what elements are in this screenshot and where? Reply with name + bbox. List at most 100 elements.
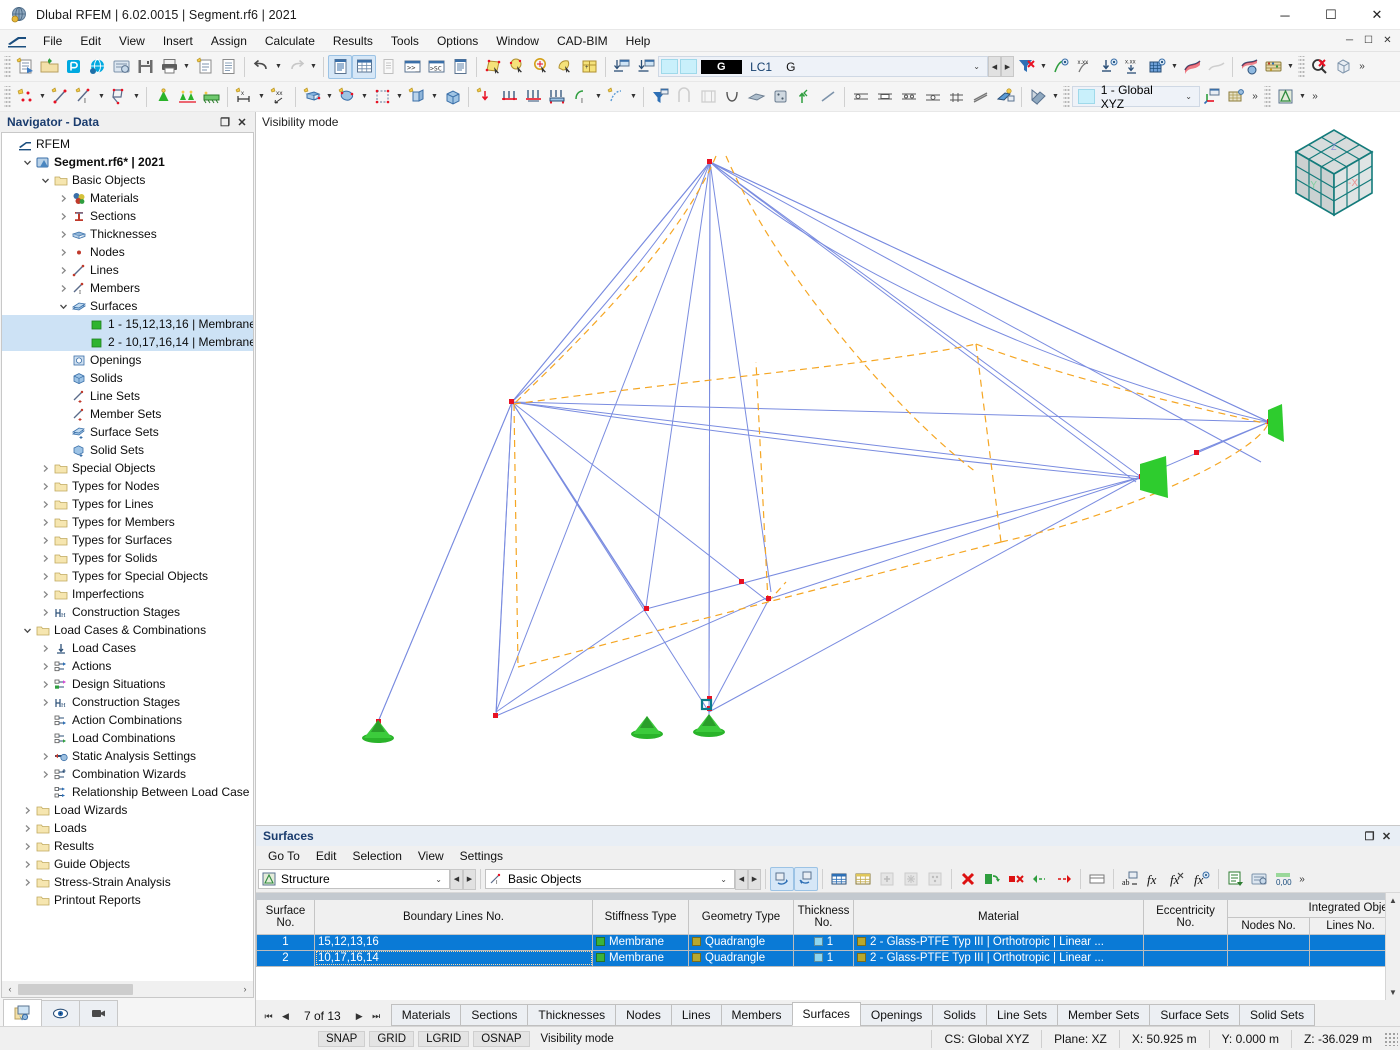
column-header[interactable]: Eccentricity No. <box>1143 900 1228 935</box>
new-surface-set-icon[interactable] <box>405 85 429 109</box>
cell-nodes-no[interactable] <box>1227 949 1310 967</box>
tree-item-results[interactable]: Results <box>2 837 253 855</box>
show-results-diagram-icon[interactable] <box>1180 55 1204 79</box>
chevron-right-icon[interactable] <box>38 518 52 527</box>
close-button[interactable]: ✕ <box>1354 0 1400 30</box>
object-tab-line-sets[interactable]: Line Sets <box>985 1004 1058 1026</box>
navigator-restore-icon[interactable]: ❐ <box>218 116 232 129</box>
line-load-icon[interactable] <box>497 85 521 109</box>
new-thickness-icon[interactable] <box>300 85 324 109</box>
chevron-right-icon[interactable] <box>56 284 70 293</box>
maximize-button[interactable]: ☐ <box>1308 0 1354 30</box>
cell-nodes-no[interactable] <box>1227 933 1310 951</box>
column-header[interactable]: Nodes No. <box>1227 917 1310 935</box>
result-settings-icon[interactable] <box>1237 55 1261 79</box>
tree-item-imperfections[interactable]: Imperfections <box>2 585 253 603</box>
table-panel-close-icon[interactable]: ✕ <box>1380 830 1393 843</box>
nodal-load-icon[interactable] <box>473 85 497 109</box>
menu-tools[interactable]: Tools <box>382 31 428 51</box>
cell-lines-no[interactable] <box>1309 949 1392 967</box>
chevron-right-icon[interactable] <box>20 806 34 815</box>
chevron-down-icon[interactable]: ⌄ <box>428 875 449 884</box>
chevron-right-icon[interactable] <box>38 482 52 491</box>
first-page-button[interactable]: ⏮ <box>260 1006 277 1026</box>
cell-boundary-lines[interactable]: 15,12,13,16 <box>314 933 593 951</box>
cell-material[interactable]: 2 - Glass-PTFE Typ III | Orthotropic | L… <box>853 949 1144 967</box>
tree-item-materials[interactable]: Materials <box>2 189 253 207</box>
calculate-dropdown-caret-icon[interactable]: ▼ <box>1285 55 1296 79</box>
model-viewport-3d[interactable]: Visibility mode -Y -X Z <box>256 112 1400 826</box>
table-rename-icon[interactable]: ab <box>1118 867 1142 891</box>
tree-item-combination-wizards[interactable]: Combination Wizards <box>2 765 253 783</box>
select-by-circle-icon[interactable] <box>529 55 553 79</box>
tree-item-2-10-17-16-14-membrane-c[interactable]: 2 - 10,17,16,14 | Membrane | C <box>2 333 253 351</box>
tree-item-solids[interactable]: Solids <box>2 369 253 387</box>
thickness-dropdown-caret-icon[interactable]: ▼ <box>324 85 335 109</box>
tree-item-load-wizards[interactable]: Load Wizards <box>2 801 253 819</box>
tree-item-types-for-special-objects[interactable]: Types for Special Objects <box>2 567 253 585</box>
chevron-down-icon[interactable]: ⌄ <box>1178 92 1199 101</box>
mdi-close-button[interactable]: ✕ <box>1379 33 1396 49</box>
new-member-icon[interactable]: I <box>72 85 96 109</box>
save-icon[interactable] <box>133 55 157 79</box>
object-tab-lines[interactable]: Lines <box>670 1004 722 1026</box>
table-grid-yellow-icon[interactable] <box>851 867 875 891</box>
column-header[interactable]: Lines No. <box>1309 917 1392 935</box>
section-view-icon[interactable] <box>672 85 696 109</box>
load-case-next-button[interactable]: ▶ <box>1001 56 1014 77</box>
tree-item-load-cases-combinations[interactable]: Load Cases & Combinations <box>2 621 253 639</box>
line-view-icon[interactable] <box>816 85 840 109</box>
scroll-down-arrow-icon[interactable]: ▼ <box>1389 985 1397 1000</box>
tree-item-printout-reports[interactable]: Printout Reports <box>2 891 253 909</box>
snap-mode-icon[interactable] <box>1026 85 1050 109</box>
surface-set-dropdown-caret-icon[interactable]: ▼ <box>429 85 440 109</box>
tree-item-construction-stages[interactable]: H Construction Stages <box>2 693 253 711</box>
member-load-icon[interactable] <box>521 85 545 109</box>
free-load-icon[interactable]: I <box>569 85 593 109</box>
tree-item-relationship-between-load-case[interactable]: Relationship Between Load Case <box>2 783 253 801</box>
cell-material[interactable]: 2 - Glass-PTFE Typ III | Orthotropic | L… <box>853 933 1144 951</box>
resize-grip[interactable] <box>1384 1031 1398 1046</box>
surface-rendering-icon[interactable] <box>993 85 1017 109</box>
table-sync-selection-icon[interactable] <box>794 867 818 891</box>
table-formula-icon[interactable]: fx <box>1142 867 1166 891</box>
table-view-dropdown-caret-icon[interactable]: ▼ <box>1297 85 1308 109</box>
tree-item-guide-objects[interactable]: Guide Objects <box>2 855 253 873</box>
chevron-right-icon[interactable] <box>38 500 52 509</box>
menu-assign[interactable]: Assign <box>202 31 256 51</box>
table-formula-info-icon[interactable]: fx <box>1190 867 1214 891</box>
cell-stiffness-type[interactable]: Membrane <box>592 949 689 967</box>
mdi-minimize-button[interactable]: ─ <box>1341 33 1358 49</box>
table-dots-icon[interactable] <box>923 867 947 891</box>
tree-item-solid-sets[interactable]: Solid Sets <box>2 441 253 459</box>
cell-geometry-type[interactable]: Quadrangle <box>688 949 794 967</box>
tree-item-surfaces[interactable]: Surfaces <box>2 297 253 315</box>
status-toggle-grid[interactable]: GRID <box>369 1030 415 1047</box>
visibility-filter-icon[interactable] <box>648 85 672 109</box>
select-table-icon[interactable]: + <box>577 55 601 79</box>
menu-cadbim[interactable]: CAD-BIM <box>548 31 617 51</box>
new-surface-icon[interactable] <box>107 85 131 109</box>
global-axes-icon[interactable] <box>1200 85 1224 109</box>
chevron-right-icon[interactable] <box>38 770 52 779</box>
chevron-right-icon[interactable] <box>38 590 52 599</box>
print-icon[interactable] <box>157 55 181 79</box>
prev-page-button[interactable]: ◀ <box>277 1006 294 1026</box>
cell-geometry-type[interactable]: Quadrangle <box>688 933 794 951</box>
navigator-tab-display[interactable] <box>41 1000 80 1026</box>
member-dropdown-caret-icon[interactable]: ▼ <box>96 85 107 109</box>
show-results-flat-icon[interactable] <box>1204 55 1228 79</box>
rfem-globe-icon[interactable] <box>85 55 109 79</box>
chevron-down-icon[interactable] <box>20 626 34 635</box>
table-view-icon[interactable] <box>1273 85 1297 109</box>
column-header[interactable]: Material <box>853 900 1144 935</box>
objects-selector[interactable]: I Basic Objects ⌄ <box>485 869 735 889</box>
table-formula-delete-icon[interactable]: fx <box>1166 867 1190 891</box>
view-orientation-cube[interactable]: -Y -X Z <box>1280 120 1388 224</box>
tree-item-members[interactable]: I Members <box>2 279 253 297</box>
surface-support-icon[interactable] <box>199 85 223 109</box>
toolbar-grip[interactable] <box>4 85 11 108</box>
new-opening-icon[interactable] <box>370 85 394 109</box>
undo-dropdown-caret-icon[interactable]: ▼ <box>273 55 284 79</box>
load-dropdown-caret-icon[interactable]: ▼ <box>593 85 604 109</box>
